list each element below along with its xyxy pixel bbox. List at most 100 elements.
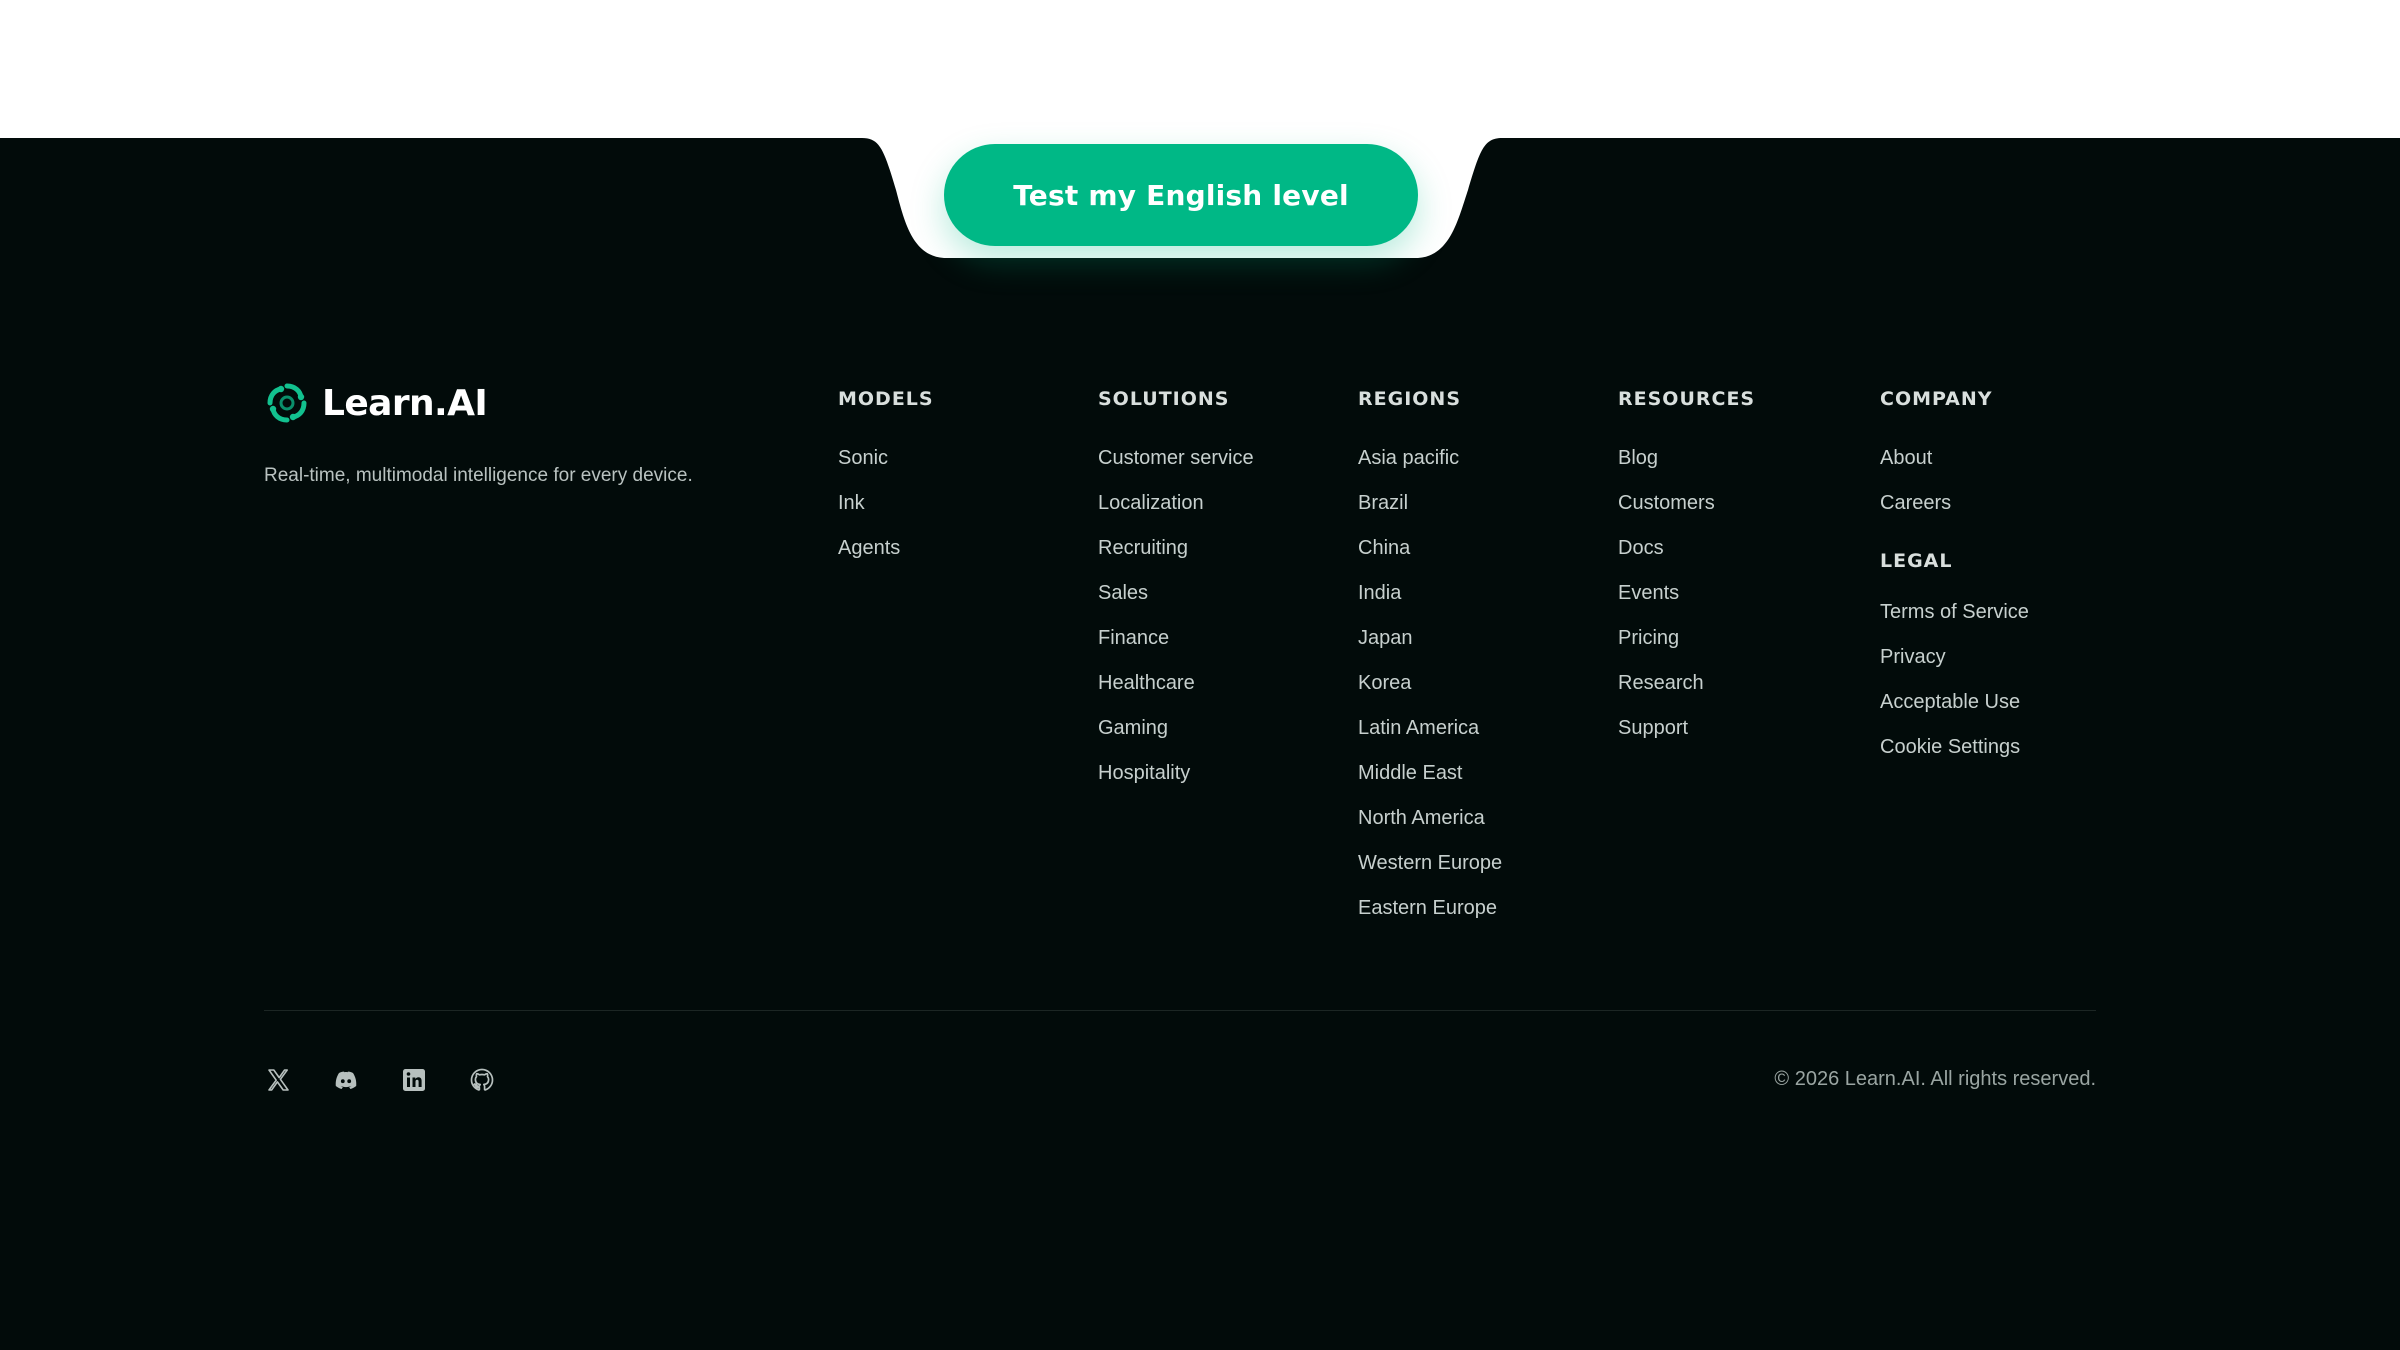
discord-icon bbox=[335, 1071, 357, 1089]
footer-link-events[interactable]: Events bbox=[1618, 582, 1679, 604]
footer-link-about[interactable]: About bbox=[1880, 447, 1932, 469]
list-item: Middle East bbox=[1358, 751, 1502, 796]
solutions-link-list: Customer service Localization Recruiting… bbox=[1098, 436, 1254, 796]
list-item: Ink bbox=[838, 481, 934, 526]
list-item: Sales bbox=[1098, 571, 1254, 616]
list-item: Blog bbox=[1618, 436, 1755, 481]
list-item: Research bbox=[1618, 661, 1755, 706]
list-item: Pricing bbox=[1618, 616, 1755, 661]
brand-name: Learn.AI bbox=[322, 382, 488, 424]
footer-link-sales[interactable]: Sales bbox=[1098, 582, 1148, 604]
x-link[interactable] bbox=[264, 1066, 292, 1094]
list-item: China bbox=[1358, 526, 1502, 571]
learn-ai-logo-icon bbox=[267, 383, 307, 423]
footer-link-recruiting[interactable]: Recruiting bbox=[1098, 537, 1188, 559]
top-section bbox=[0, 0, 2400, 138]
list-item: About bbox=[1880, 436, 2029, 481]
brand-logo[interactable]: Learn.AI bbox=[264, 380, 488, 426]
footer-link-finance[interactable]: Finance bbox=[1098, 627, 1169, 649]
footer-link-india[interactable]: India bbox=[1358, 582, 1401, 604]
github-link[interactable] bbox=[468, 1066, 496, 1094]
social-links bbox=[264, 1066, 496, 1094]
footer-link-customer-service[interactable]: Customer service bbox=[1098, 447, 1254, 469]
footer-link-ink[interactable]: Ink bbox=[838, 492, 865, 514]
list-item: Privacy bbox=[1880, 635, 2029, 680]
resources-link-list: Blog Customers Docs Events Pricing Resea… bbox=[1618, 436, 1755, 751]
list-item: Asia pacific bbox=[1358, 436, 1502, 481]
footer-link-blog[interactable]: Blog bbox=[1618, 447, 1658, 469]
footer-link-china[interactable]: China bbox=[1358, 537, 1410, 559]
linkedin-link[interactable] bbox=[400, 1066, 428, 1094]
footer-link-terms-of-service[interactable]: Terms of Service bbox=[1880, 601, 2029, 623]
list-item: Careers bbox=[1880, 481, 2029, 526]
footer-link-asia-pacific[interactable]: Asia pacific bbox=[1358, 447, 1459, 469]
footer-link-middle-east[interactable]: Middle East bbox=[1358, 762, 1463, 784]
github-icon bbox=[470, 1068, 494, 1091]
list-item: Docs bbox=[1618, 526, 1755, 571]
footer-column-solutions: SOLUTIONS Customer service Localization … bbox=[1098, 384, 1254, 796]
footer-link-acceptable-use[interactable]: Acceptable Use bbox=[1880, 691, 2020, 713]
footer-link-privacy[interactable]: Privacy bbox=[1880, 646, 1946, 668]
list-item: Finance bbox=[1098, 616, 1254, 661]
list-item: Localization bbox=[1098, 481, 1254, 526]
list-item: Eastern Europe bbox=[1358, 886, 1502, 931]
company-link-list: About Careers bbox=[1880, 436, 2029, 526]
list-item: Acceptable Use bbox=[1880, 680, 2029, 725]
footer-link-cookie-settings[interactable]: Cookie Settings bbox=[1880, 736, 2020, 758]
footer-section-legal: LEGAL Terms of Service Privacy Acceptabl… bbox=[1880, 546, 2029, 770]
footer-column-regions: REGIONS Asia pacific Brazil China India … bbox=[1358, 384, 1502, 931]
footer-link-agents[interactable]: Agents bbox=[838, 537, 900, 559]
list-item: Western Europe bbox=[1358, 841, 1502, 886]
list-item: Latin America bbox=[1358, 706, 1502, 751]
list-item: North America bbox=[1358, 796, 1502, 841]
linkedin-icon bbox=[403, 1069, 425, 1091]
list-item: Brazil bbox=[1358, 481, 1502, 526]
footer-link-research[interactable]: Research bbox=[1618, 672, 1704, 694]
footer-column-company: COMPANY About Careers LEGAL Terms of Ser… bbox=[1880, 384, 2029, 770]
list-item: Sonic bbox=[838, 436, 934, 481]
list-item: Cookie Settings bbox=[1880, 725, 2029, 770]
column-heading-company: COMPANY bbox=[1880, 388, 1993, 410]
footer-divider bbox=[264, 1010, 2096, 1011]
list-item: Terms of Service bbox=[1880, 590, 2029, 635]
footer-column-resources: RESOURCES Blog Customers Docs Events Pri… bbox=[1618, 384, 1755, 751]
list-item: Gaming bbox=[1098, 706, 1254, 751]
list-item: Customer service bbox=[1098, 436, 1254, 481]
footer-link-support[interactable]: Support bbox=[1618, 717, 1688, 739]
footer-link-pricing[interactable]: Pricing bbox=[1618, 627, 1679, 649]
brand-tagline: Real-time, multimodal intelligence for e… bbox=[264, 465, 693, 486]
footer-link-hospitality[interactable]: Hospitality bbox=[1098, 762, 1190, 784]
list-item: India bbox=[1358, 571, 1502, 616]
list-item: Hospitality bbox=[1098, 751, 1254, 796]
footer-column-models: MODELS Sonic Ink Agents bbox=[838, 384, 934, 571]
footer-link-brazil[interactable]: Brazil bbox=[1358, 492, 1408, 514]
footer-link-sonic[interactable]: Sonic bbox=[838, 447, 888, 469]
footer-link-docs[interactable]: Docs bbox=[1618, 537, 1664, 559]
column-heading-models: MODELS bbox=[838, 388, 934, 410]
copyright-text: © 2026 Learn.AI. All rights reserved. bbox=[1774, 1068, 2096, 1090]
footer-link-gaming[interactable]: Gaming bbox=[1098, 717, 1168, 739]
footer-link-eastern-europe[interactable]: Eastern Europe bbox=[1358, 897, 1497, 919]
footer-link-western-europe[interactable]: Western Europe bbox=[1358, 852, 1502, 874]
column-heading-solutions: SOLUTIONS bbox=[1098, 388, 1230, 410]
footer-link-localization[interactable]: Localization bbox=[1098, 492, 1204, 514]
list-item: Agents bbox=[838, 526, 934, 571]
discord-link[interactable] bbox=[332, 1066, 360, 1094]
models-link-list: Sonic Ink Agents bbox=[838, 436, 934, 571]
test-english-level-button[interactable]: Test my English level bbox=[944, 144, 1418, 246]
footer-link-latin-america[interactable]: Latin America bbox=[1358, 717, 1479, 739]
list-item: Recruiting bbox=[1098, 526, 1254, 571]
footer-link-healthcare[interactable]: Healthcare bbox=[1098, 672, 1195, 694]
column-heading-resources: RESOURCES bbox=[1618, 388, 1756, 410]
column-heading-legal: LEGAL bbox=[1880, 550, 1953, 572]
footer-link-korea[interactable]: Korea bbox=[1358, 672, 1411, 694]
list-item: Events bbox=[1618, 571, 1755, 616]
footer-link-north-america[interactable]: North America bbox=[1358, 807, 1485, 829]
footer-link-careers[interactable]: Careers bbox=[1880, 492, 1951, 514]
column-heading-regions: REGIONS bbox=[1358, 388, 1462, 410]
footer-link-customers[interactable]: Customers bbox=[1618, 492, 1715, 514]
footer-link-japan[interactable]: Japan bbox=[1358, 627, 1413, 649]
page: Test my English level Learn.AI Real-time… bbox=[0, 0, 2400, 1350]
list-item: Customers bbox=[1618, 481, 1755, 526]
list-item: Japan bbox=[1358, 616, 1502, 661]
